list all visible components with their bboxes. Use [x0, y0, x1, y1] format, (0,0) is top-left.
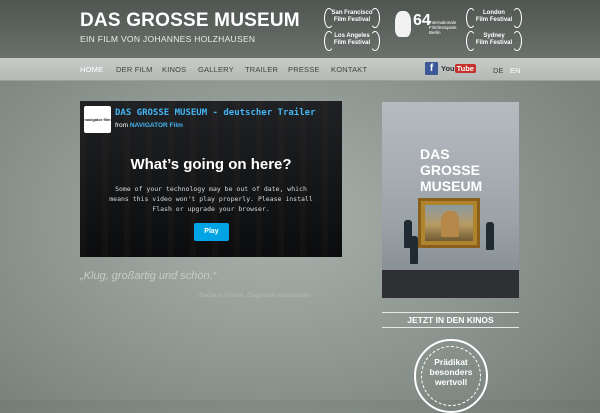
festival-name: Los Angeles: [334, 33, 370, 39]
video-title[interactable]: DAS GROSSE MUSEUM - deutscher Trailer: [115, 108, 315, 118]
nav-item-kinos[interactable]: KINOS: [162, 65, 186, 74]
youtube-tube: Tube: [454, 64, 476, 73]
poster-title: DAS GROSSE MUSEUM: [420, 146, 482, 194]
festival-laurel-los-angeles: Los Angeles Film Festival: [324, 29, 380, 51]
video-author-link[interactable]: NAVIGATOR Film: [130, 122, 183, 129]
quote-attribution: Barbara Pichler, Diagonale-Intendantin: [199, 292, 311, 299]
festival-name: Sydney: [483, 33, 505, 39]
poster-festival-badge-icon: [390, 110, 412, 120]
festival-type: Film Festival: [333, 40, 371, 46]
play-button[interactable]: Play: [194, 223, 229, 241]
youtube-icon[interactable]: You Tube: [441, 62, 476, 75]
divider: [382, 312, 519, 313]
festival-name: San Francisco: [331, 10, 373, 16]
festival-name: London: [482, 10, 505, 16]
festival-type: Film Festival: [333, 17, 371, 23]
movie-poster[interactable]: DAS GROSSE MUSEUM: [382, 102, 519, 298]
nav-item-der-film[interactable]: DER FILM: [116, 65, 153, 74]
seal-line1: Prädikat: [434, 357, 468, 367]
video-from-prefix: from: [115, 122, 128, 129]
nav-item-presse[interactable]: PRESSE: [288, 65, 320, 74]
poster-title-line2: GROSSE: [420, 162, 480, 178]
poster-title-line3: MUSEUM: [420, 178, 483, 194]
nav-item-home[interactable]: HOME: [80, 65, 103, 74]
video-byline: from NAVIGATOR Film: [115, 122, 183, 129]
berlinale-text: Internationale Filmfestspiele Berlin: [429, 20, 463, 35]
site-title[interactable]: DAS GROSSE MUSEUM: [80, 10, 300, 32]
site-subtitle: EIN FILM VON JOHANNES HOLZHAUSEN: [80, 34, 256, 44]
festival-type: Film Festival: [475, 40, 513, 46]
poster-floor: [382, 270, 519, 298]
berlinale-bear-icon: [395, 11, 411, 37]
berlinale-logo: 64 Internationale Filmfestspiele Berlin: [393, 9, 463, 43]
praedikat-seal: Prädikat besonders wertvoll: [414, 339, 488, 413]
video-player[interactable]: navigator film DAS GROSSE MUSEUM - deuts…: [80, 101, 342, 257]
lang-de[interactable]: DE: [493, 66, 503, 75]
seal-text: Prädikat besonders wertvoll: [416, 357, 486, 387]
press-quote: „Klug, großartig und schön.“: [80, 270, 217, 282]
seal-line2: besonders: [429, 367, 473, 377]
site-header: DAS GROSSE MUSEUM EIN FILM VON JOHANNES …: [0, 0, 600, 58]
berlinale-line3: Berlin: [429, 30, 441, 35]
nav-item-kontakt[interactable]: KONTAKT: [331, 65, 367, 74]
festival-laurel-sydney: Sydney Film Festival: [466, 29, 522, 51]
poster-title-line1: DAS: [420, 146, 450, 162]
poster-painting: [425, 205, 473, 241]
poster-person-left-2: [410, 236, 418, 264]
navigator-logo[interactable]: navigator film: [84, 106, 111, 133]
now-in-cinemas-link[interactable]: JETZT IN DEN KINOS: [382, 315, 519, 325]
festival-type: Film Festival: [475, 17, 513, 23]
facebook-icon[interactable]: f: [425, 62, 438, 75]
nav-item-trailer[interactable]: TRAILER: [245, 65, 278, 74]
poster-person-right: [486, 222, 494, 250]
festival-laurel-london: London Film Festival: [466, 6, 522, 28]
tower-of-babel-image: [441, 211, 459, 237]
video-error-heading: What’s going on here?: [130, 156, 292, 173]
lang-en[interactable]: EN: [510, 66, 520, 75]
nav-item-gallery[interactable]: GALLERY: [198, 65, 234, 74]
seal-line3: wertvoll: [434, 377, 468, 387]
festival-laurel-san-francisco: San Francisco Film Festival: [324, 6, 380, 28]
youtube-you: You: [441, 64, 455, 73]
divider: [382, 327, 519, 328]
poster-painting-frame: [418, 198, 480, 248]
video-error-message: Some of your technology may be out of da…: [109, 185, 313, 213]
